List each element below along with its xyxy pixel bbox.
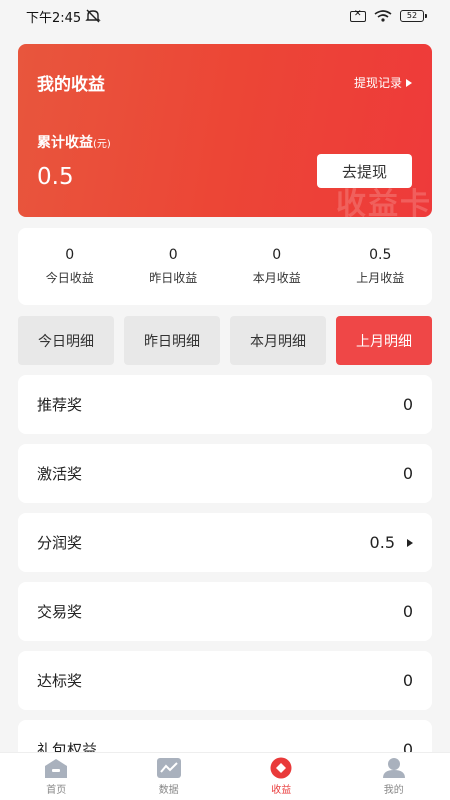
stats-summary: 0 今日收益 0 昨日收益 0 本月收益 0.5 上月收益 xyxy=(18,228,432,305)
stat-value: 0 xyxy=(168,247,178,263)
withdraw-record-link[interactable]: 提现记录 xyxy=(354,74,412,91)
stat-this-month: 0 本月收益 xyxy=(225,228,329,305)
chevron-right-icon xyxy=(407,538,413,547)
reward-value: 0 xyxy=(402,464,413,483)
income-icon xyxy=(270,757,292,779)
tab-yesterday-detail[interactable]: 昨日明细 xyxy=(124,316,220,365)
stat-value: 0 xyxy=(272,247,282,263)
status-time: 下午2:45 xyxy=(26,10,82,26)
nav-label: 我的 xyxy=(383,785,404,796)
chevron-right-icon xyxy=(406,78,412,87)
status-bar: 下午2:45 52 xyxy=(0,0,450,32)
stat-label: 本月收益 xyxy=(252,271,301,285)
total-earnings-unit: (元) xyxy=(93,139,111,150)
user-icon xyxy=(382,758,405,778)
nav-label: 首页 xyxy=(46,785,67,796)
notification-muted-icon xyxy=(85,9,101,23)
watermark-text: 收益卡 xyxy=(336,187,432,217)
reward-label: 交易奖 xyxy=(37,603,83,621)
reward-row-transaction[interactable]: 交易奖 0 xyxy=(18,582,432,641)
tab-this-month-detail[interactable]: 本月明细 xyxy=(230,316,326,365)
bottom-nav: 首页 数据 收益 我的 xyxy=(0,752,450,800)
battery-icon: 52 xyxy=(400,10,427,22)
stat-last-month: 0.5 上月收益 xyxy=(329,228,433,305)
page-title: 我的收益 xyxy=(37,75,105,95)
reward-list: 推荐奖 0 激活奖 0 分润奖 0.5 交易奖 0 达标奖 0 礼包权益 0 xyxy=(18,375,432,789)
earnings-card: 我的收益 提现记录 累计收益(元) 0.5 去提现 收益卡 xyxy=(18,44,432,217)
reward-row-activation[interactable]: 激活奖 0 xyxy=(18,444,432,503)
total-earnings-value: 0.5 xyxy=(37,164,74,190)
stat-today: 0 今日收益 xyxy=(18,228,122,305)
reward-row-target[interactable]: 达标奖 0 xyxy=(18,651,432,710)
stat-label: 今日收益 xyxy=(45,271,94,285)
reward-value: 0 xyxy=(402,395,413,414)
reward-value: 0 xyxy=(402,671,413,690)
wifi-icon xyxy=(374,10,392,22)
home-icon xyxy=(45,759,68,778)
nav-data[interactable]: 数据 xyxy=(113,753,226,800)
reward-label: 推荐奖 xyxy=(37,396,83,414)
reward-label: 激活奖 xyxy=(37,465,83,483)
nav-label: 收益 xyxy=(271,785,292,796)
withdraw-record-label: 提现记录 xyxy=(353,76,402,90)
nav-label: 数据 xyxy=(158,785,179,796)
reward-row-profit-share[interactable]: 分润奖 0.5 xyxy=(18,513,432,572)
reward-row-referral[interactable]: 推荐奖 0 xyxy=(18,375,432,434)
tab-last-month-detail[interactable]: 上月明细 xyxy=(336,316,432,365)
reward-value: 0.5 xyxy=(369,533,395,552)
nav-income[interactable]: 收益 xyxy=(225,753,338,800)
detail-tabs: 今日明细 昨日明细 本月明细 上月明细 xyxy=(18,316,432,365)
tab-today-detail[interactable]: 今日明细 xyxy=(18,316,114,365)
stat-value: 0.5 xyxy=(369,247,392,263)
stat-label: 上月收益 xyxy=(356,271,405,285)
battery-level: 52 xyxy=(406,11,418,20)
total-earnings-text: 累计收益 xyxy=(37,135,93,151)
nav-mine[interactable]: 我的 xyxy=(338,753,450,800)
total-earnings-label: 累计收益(元) xyxy=(37,132,111,152)
chart-icon xyxy=(156,758,181,778)
stat-label: 昨日收益 xyxy=(149,271,198,285)
reward-label: 达标奖 xyxy=(37,672,83,690)
nav-home[interactable]: 首页 xyxy=(0,753,113,800)
reward-label: 分润奖 xyxy=(37,534,83,552)
reward-value: 0 xyxy=(402,602,413,621)
stat-yesterday: 0 昨日收益 xyxy=(122,228,226,305)
stat-value: 0 xyxy=(65,247,75,263)
no-sim-icon xyxy=(350,9,366,22)
